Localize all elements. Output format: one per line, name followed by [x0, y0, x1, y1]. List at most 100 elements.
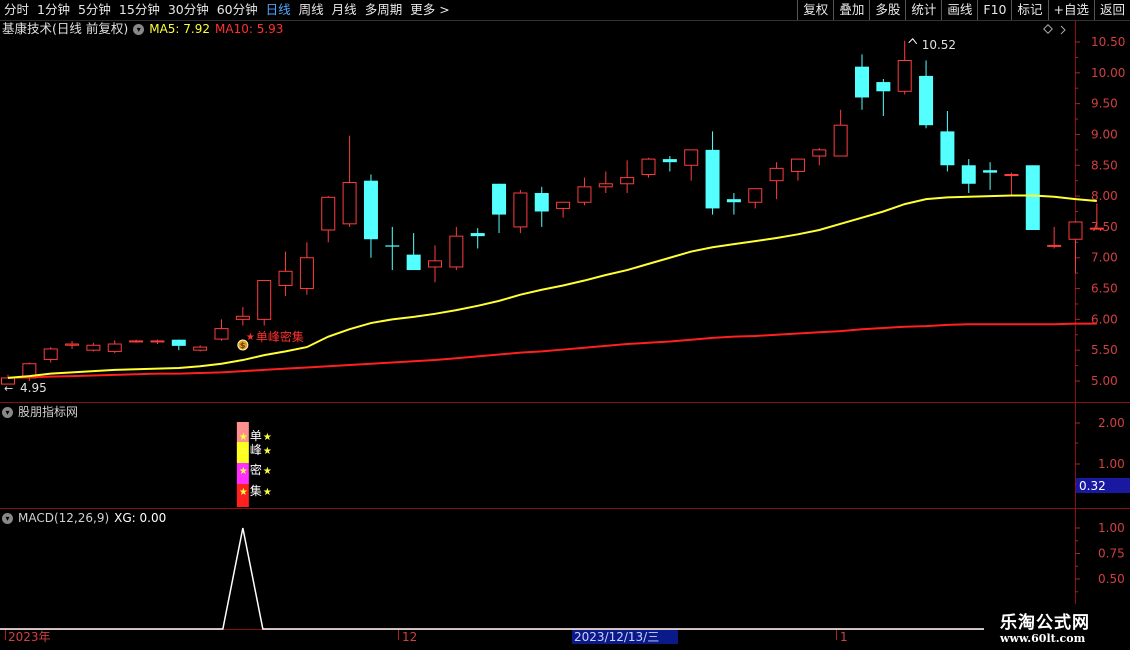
period-tab-7[interactable]: 周线: [295, 0, 328, 20]
time-label-0: 2023年: [8, 630, 51, 644]
y-tick-label-11: 5.00: [1091, 374, 1118, 388]
candle-body[interactable]: [812, 149, 827, 157]
xg-line: [0, 527, 1075, 630]
period-tab-6[interactable]: 日线: [262, 0, 295, 20]
candle-body[interactable]: [406, 254, 421, 271]
candle-body[interactable]: [769, 167, 784, 182]
candle-body[interactable]: [662, 159, 677, 163]
candle-body[interactable]: [940, 131, 955, 166]
candle-body[interactable]: [86, 344, 101, 351]
candle-body[interactable]: [1089, 227, 1104, 230]
chevron-right-icon[interactable]: >: [439, 0, 453, 20]
watermark: 乐淘公式网 www.60lt.com: [984, 604, 1130, 650]
candle-body[interactable]: [278, 270, 293, 286]
xg-label: XG: 0.00: [114, 511, 167, 525]
candle-body[interactable]: [428, 260, 442, 268]
candle-body[interactable]: [299, 257, 314, 290]
chevron-right-icon[interactable]: [1060, 25, 1066, 35]
candle-body[interactable]: [577, 186, 592, 203]
macd-y-label-1: 0.75: [1098, 547, 1125, 561]
candle-body[interactable]: [65, 343, 80, 346]
period-tab-1[interactable]: 1分钟: [33, 0, 74, 20]
toolbar-button-2[interactable]: 多股: [869, 0, 905, 20]
candle-body[interactable]: [257, 280, 272, 320]
toolbar-button-3[interactable]: 统计: [905, 0, 941, 20]
stock-chart[interactable]: 10.5010.009.509.008.508.007.507.006.506.…: [0, 21, 1130, 650]
candle-body[interactable]: [748, 188, 763, 203]
period-tab-10[interactable]: 更多: [406, 0, 439, 20]
signal-char-1: 峰: [250, 443, 262, 457]
period-tab-9[interactable]: 多周期: [361, 0, 407, 20]
chevron-down-icon[interactable]: ▾: [2, 512, 13, 524]
candle-body[interactable]: [150, 340, 165, 343]
candle-body[interactable]: [726, 199, 741, 203]
watermark-title: 乐淘公式网: [1000, 613, 1090, 633]
star-icon: ★: [263, 466, 272, 477]
candle-body[interactable]: [321, 196, 336, 231]
candle-body[interactable]: [919, 75, 934, 126]
toolbar-button-1[interactable]: 叠加: [833, 0, 869, 20]
toolbar-button-8[interactable]: 返回: [1093, 0, 1130, 20]
candle-body[interactable]: [876, 82, 891, 92]
signal-char-3: 集: [250, 483, 262, 498]
candle-body[interactable]: [449, 235, 464, 268]
candle-body[interactable]: [534, 193, 549, 212]
candle-body[interactable]: [1047, 244, 1062, 247]
chevron-down-icon[interactable]: ▾: [2, 406, 13, 418]
candle-body[interactable]: [214, 328, 229, 340]
signal-annotation: 单峰密集: [256, 329, 304, 344]
indicator-title: 股朋指标网: [18, 405, 79, 419]
toolbar-button-4[interactable]: 画线: [941, 0, 977, 20]
candle-body[interactable]: [833, 124, 848, 157]
star-icon: ★: [239, 466, 248, 477]
diamond-icon[interactable]: [1043, 24, 1053, 34]
y-tick-label-1: 10.00: [1091, 66, 1125, 80]
y-tick-label-0: 10.50: [1091, 35, 1125, 49]
candle-body[interactable]: [513, 192, 528, 228]
candle-body[interactable]: [641, 158, 656, 176]
high-price-label: 10.52: [922, 38, 956, 52]
candle-body[interactable]: [1025, 165, 1040, 230]
period-tab-2[interactable]: 5分钟: [74, 0, 115, 20]
candle-body[interactable]: [492, 183, 507, 215]
toolbar-button-0[interactable]: 复权: [797, 0, 833, 20]
candle-body[interactable]: [43, 348, 58, 360]
candle-body[interactable]: [363, 180, 378, 240]
period-tabs: 分时 1分钟 5分钟 15分钟 30分钟 60分钟 日线 周线 月线 多周期 更多 >: [0, 0, 454, 20]
candle-body[interactable]: [129, 340, 144, 343]
period-tab-3[interactable]: 15分钟: [115, 0, 164, 20]
candle-body[interactable]: [983, 170, 998, 173]
candle-body[interactable]: [620, 177, 635, 185]
candle-body[interactable]: [790, 158, 805, 172]
candle-body[interactable]: [1004, 174, 1019, 177]
candle-body[interactable]: [235, 315, 250, 320]
chevron-down-icon[interactable]: ▾: [133, 23, 145, 35]
star-icon: ★: [246, 332, 255, 343]
candle-body[interactable]: [897, 59, 912, 92]
period-tab-0[interactable]: 分时: [0, 0, 33, 20]
period-tab-5[interactable]: 60分钟: [213, 0, 262, 20]
candle-body[interactable]: [470, 233, 485, 237]
candle-body[interactable]: [855, 66, 869, 98]
y-tick-label-2: 9.50: [1091, 97, 1118, 111]
period-tab-4[interactable]: 30分钟: [164, 0, 213, 20]
candle-body[interactable]: [193, 346, 208, 351]
toolbar-button-5[interactable]: F10: [977, 0, 1011, 20]
candle-body[interactable]: [556, 201, 571, 209]
signal-char-2: 密: [250, 462, 262, 477]
candle-body[interactable]: [961, 165, 976, 184]
y-tick-label-8: 6.50: [1091, 282, 1118, 296]
signal-char-0: 单: [250, 429, 262, 443]
candle-body[interactable]: [107, 343, 122, 352]
low-price-label: 4.95: [20, 381, 47, 395]
candle-body[interactable]: [684, 149, 699, 166]
candle-body[interactable]: [598, 183, 613, 188]
candle-body[interactable]: [385, 245, 400, 247]
candle-body[interactable]: [171, 339, 186, 346]
toolbar-button-6[interactable]: 标记: [1011, 0, 1047, 20]
toolbar-button-7[interactable]: +自选: [1047, 0, 1094, 20]
candle-body[interactable]: [1068, 221, 1083, 240]
period-tab-8[interactable]: 月线: [328, 0, 361, 20]
candle-body[interactable]: [342, 182, 357, 225]
candle-body[interactable]: [705, 149, 720, 209]
